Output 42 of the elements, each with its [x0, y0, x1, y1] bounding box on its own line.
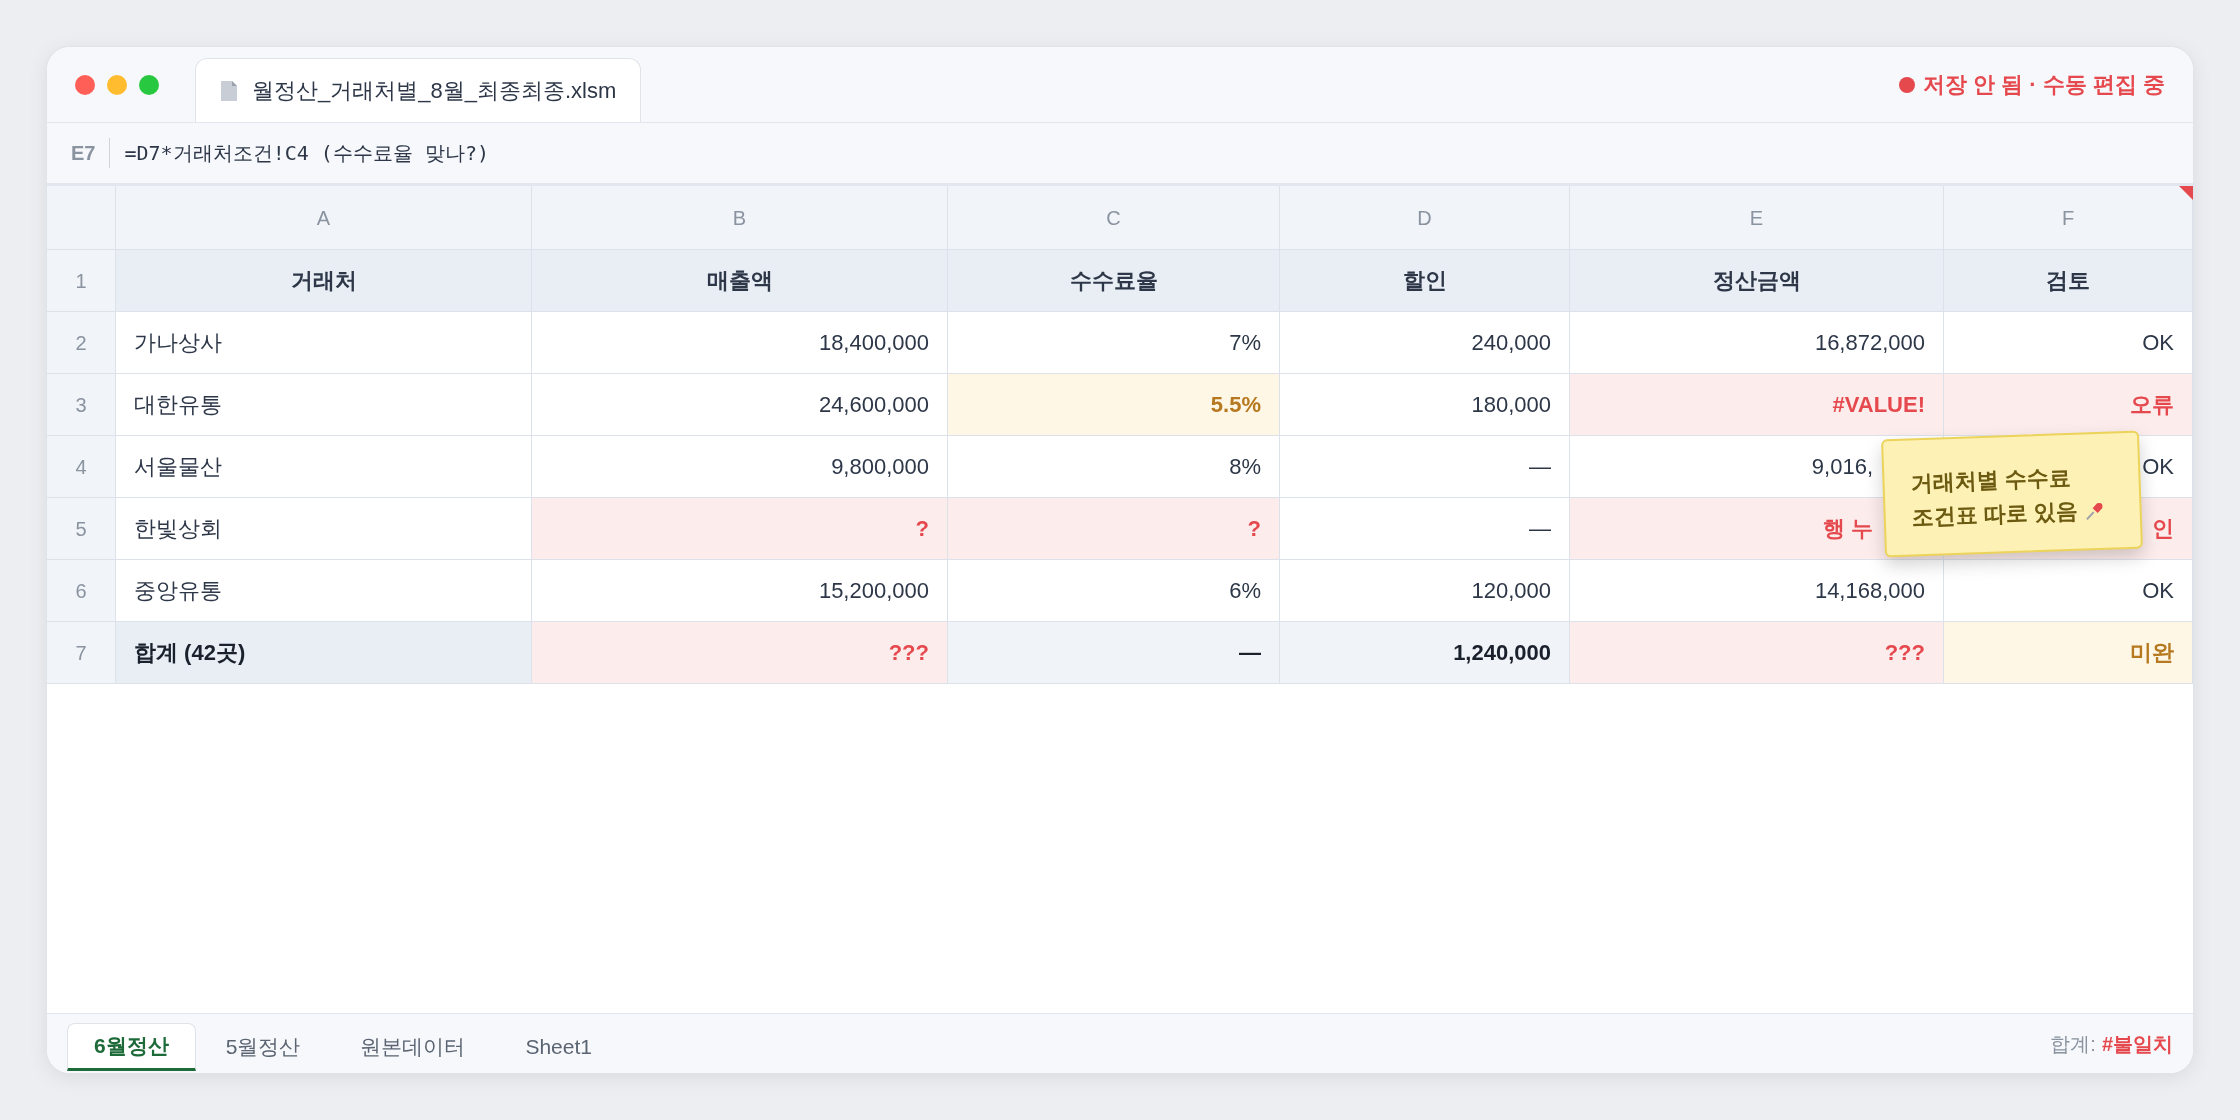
table-cell: ???: [1570, 622, 1944, 683]
file-name: 월정산_거래처별_8월_최종최종.xlsm: [252, 77, 617, 105]
table-cell: ?: [532, 498, 948, 559]
sheet-tab[interactable]: 6월정산: [67, 1023, 196, 1071]
header-cell: 정산금액: [1570, 250, 1944, 311]
sheet-tab[interactable]: 원본데이터: [330, 1023, 496, 1071]
header-cell: 할인: [1280, 250, 1570, 311]
header-cell: 거래처: [116, 250, 532, 311]
row-number[interactable]: 4: [47, 436, 116, 497]
file-tab[interactable]: 월정산_거래처별_8월_최종최종.xlsm: [195, 58, 642, 122]
sheet-tab[interactable]: Sheet1: [495, 1023, 622, 1071]
column-header[interactable]: A: [116, 186, 532, 249]
column-header[interactable]: D: [1280, 186, 1570, 249]
formula-field[interactable]: =D7*거래처조건!C4 (수수료율 맞나?): [110, 138, 489, 168]
row-number[interactable]: 2: [47, 312, 116, 373]
table-cell: 1,240,000: [1280, 622, 1570, 683]
sheet-tab[interactable]: 5월정산: [195, 1023, 331, 1071]
cell-reference: E7: [71, 138, 111, 168]
file-icon: [220, 79, 238, 102]
row-number[interactable]: 5: [47, 498, 116, 559]
table-cell: ???: [532, 622, 948, 683]
table-cell: #VALUE!: [1570, 374, 1944, 435]
table-cell: 오류: [1944, 374, 2193, 435]
table-cell: 5.5%: [948, 374, 1280, 435]
column-header[interactable]: C: [948, 186, 1280, 249]
table-cell: ?: [948, 498, 1280, 559]
row-number[interactable]: 3: [47, 374, 116, 435]
header-cell: 수수료율: [948, 250, 1280, 311]
table-cell: 미완: [1944, 622, 2193, 683]
row-number[interactable]: 6: [47, 560, 116, 621]
table-cell: —: [948, 622, 1280, 683]
sum-label: 합계:: [2050, 1031, 2096, 1057]
header-cell: 매출액: [532, 250, 948, 311]
column-header[interactable]: E: [1570, 186, 1944, 249]
column-header[interactable]: B: [532, 186, 948, 249]
sum-value: #불일치: [2101, 1031, 2173, 1057]
save-status: 저장 안 됨 · 수동 편집 중: [1923, 71, 2165, 99]
row-number[interactable]: 7: [47, 622, 116, 683]
row-number[interactable]: 1: [47, 250, 116, 311]
column-header[interactable]: F: [1944, 186, 2193, 249]
table-cell: 합계 (42곳): [116, 622, 532, 683]
header-cell: 검토: [1944, 250, 2193, 311]
